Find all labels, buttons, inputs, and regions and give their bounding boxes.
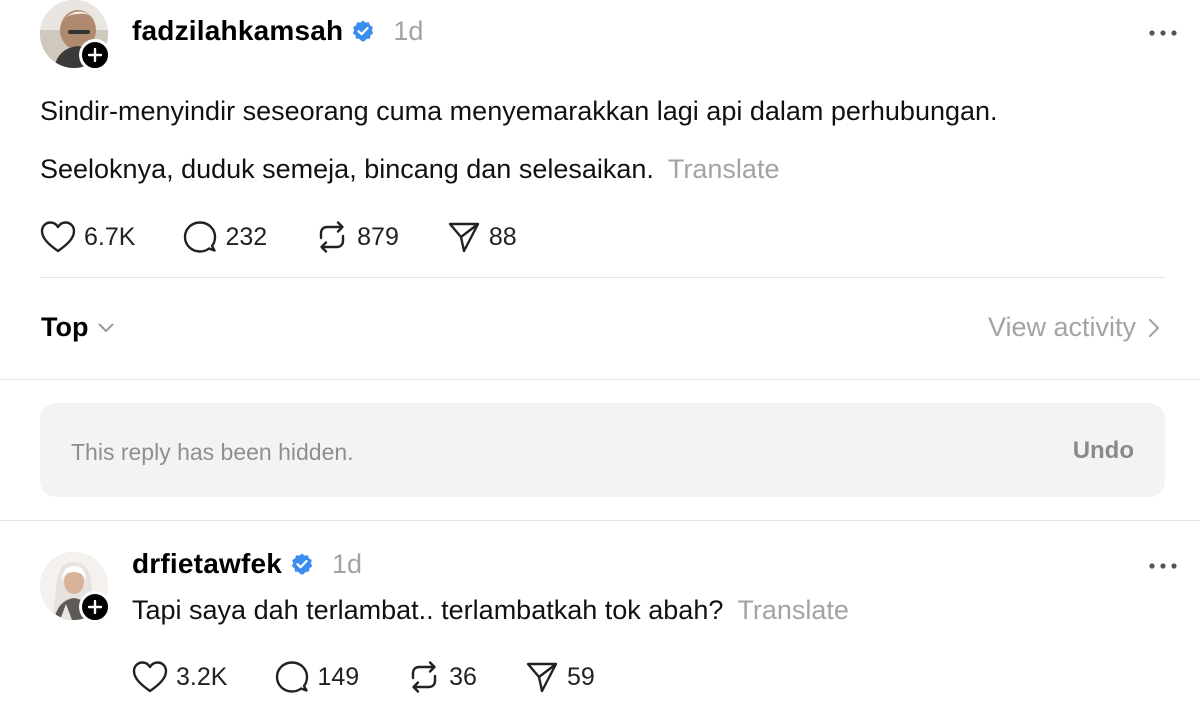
hidden-reply-banner: This reply has been hidden. Undo <box>40 403 1165 497</box>
more-icon[interactable] <box>1148 562 1178 570</box>
post-timestamp: 1d <box>393 15 424 46</box>
undo-button[interactable]: Undo <box>1073 437 1134 465</box>
post-actions: 6.7K 232 879 88 <box>40 220 565 254</box>
repost-button[interactable]: 879 <box>315 220 399 254</box>
translate-link[interactable]: Translate <box>668 154 780 184</box>
translate-link[interactable]: Translate <box>737 595 849 625</box>
reply-button[interactable]: 149 <box>275 660 359 694</box>
repost-icon <box>319 221 345 253</box>
verified-icon <box>291 553 313 575</box>
section-divider <box>0 520 1200 521</box>
post-text-line-2-body: Seeloknya, duduk semeja, bincang dan sel… <box>40 154 654 184</box>
post-text-line-1: Sindir-menyindir seseorang cuma menyemar… <box>40 96 998 126</box>
comment-icon <box>184 221 217 253</box>
sort-dropdown[interactable]: Top <box>41 312 114 343</box>
section-divider <box>0 379 1200 380</box>
view-activity-link[interactable]: View activity <box>988 312 1160 343</box>
reply-timestamp: 1d <box>332 548 363 579</box>
hidden-reply-text: This reply has been hidden. <box>71 439 354 465</box>
repost-button[interactable]: 36 <box>407 660 477 694</box>
like-button[interactable]: 6.7K <box>40 220 135 254</box>
chevron-right-icon <box>1148 318 1160 337</box>
reply-count: 149 <box>317 662 360 691</box>
reply-button[interactable]: 232 <box>183 220 267 254</box>
author-avatar[interactable] <box>40 0 111 71</box>
more-icon[interactable] <box>1148 29 1178 37</box>
view-activity-label: View activity <box>987 312 1136 342</box>
like-button[interactable]: 3.2K <box>132 660 227 694</box>
sort-label: Top <box>41 312 89 342</box>
share-button[interactable]: 59 <box>525 660 595 694</box>
follow-plus-button[interactable] <box>79 39 111 71</box>
post-text-line-2: Seeloknya, duduk semeja, bincang dan sel… <box>40 153 779 185</box>
plus-icon <box>88 48 102 62</box>
share-icon <box>448 222 480 253</box>
reply-actions: 3.2K 149 36 59 <box>132 660 643 694</box>
like-count: 6.7K <box>84 222 136 251</box>
like-count: 3.2K <box>176 662 228 691</box>
reply-text: Tapi saya dah terlambat.. terlambatkah t… <box>132 594 849 626</box>
share-button[interactable]: 88 <box>447 220 517 254</box>
heart-icon <box>40 221 76 253</box>
reply-author-avatar[interactable] <box>40 552 111 623</box>
reply-author-username[interactable]: drfietawfek <box>132 548 282 580</box>
share-count: 88 <box>488 222 517 251</box>
share-count: 59 <box>566 662 595 691</box>
repost-count: 36 <box>449 662 477 691</box>
author-username[interactable]: fadzilahkamsah <box>132 15 343 47</box>
chevron-down-icon <box>98 323 114 332</box>
repost-icon <box>411 661 437 693</box>
share-icon <box>526 662 558 693</box>
comment-icon <box>276 661 309 693</box>
follow-plus-button[interactable] <box>79 591 111 623</box>
repost-count: 879 <box>357 222 399 251</box>
reply-text-body: Tapi saya dah terlambat.. terlambatkah t… <box>132 595 724 625</box>
verified-icon <box>353 20 374 42</box>
post-divider <box>40 277 1165 278</box>
plus-icon <box>88 600 102 614</box>
reply-count: 232 <box>225 222 268 251</box>
heart-icon <box>132 661 168 693</box>
